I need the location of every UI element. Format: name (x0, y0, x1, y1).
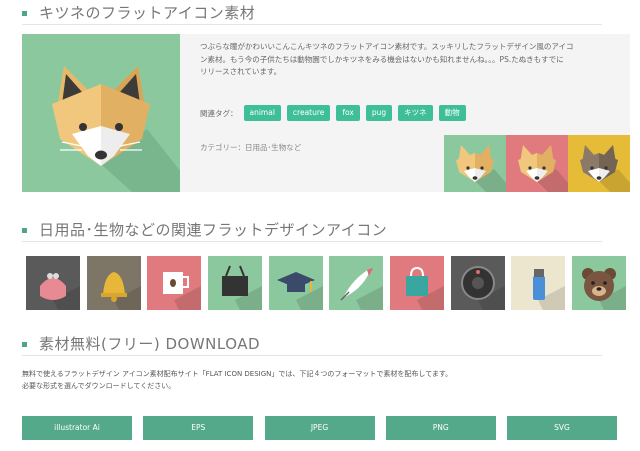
tag-kitsune[interactable]: キツネ (398, 105, 433, 121)
fox-hero-image[interactable] (22, 34, 180, 192)
graduation-cap-icon[interactable] (268, 256, 323, 310)
section-bullet (22, 11, 27, 16)
bell-icon[interactable] (86, 256, 141, 310)
fox-icon (52, 66, 180, 192)
robot-vacuum-icon[interactable] (450, 256, 505, 310)
quill-pen-icon[interactable] (329, 256, 384, 310)
fox-icon (580, 145, 630, 192)
section-bullet (22, 342, 27, 347)
download-ai-button[interactable]: illustrator Ai (22, 416, 132, 440)
download-buttons: illustrator Ai EPS JPEG PNG SVG (22, 416, 617, 440)
tag-fox[interactable]: fox (336, 105, 360, 121)
icon-detail-card: つぶらな瞳がかわいいこんこんキツネのフラットアイコン素材です。スッキリしたフラッ… (22, 34, 630, 192)
download-svg-button[interactable]: SVG (507, 416, 617, 440)
related-section-title: 日用品･生物などの関連フラットデザインアイコン (39, 221, 388, 239)
fox-icon-red-variant[interactable] (506, 135, 568, 192)
download-description-line: 無料で使えるフラットデザイン アイコン素材配布サイト「FLAT ICON DES… (22, 370, 453, 378)
lighter-icon[interactable] (511, 256, 566, 310)
bear-icon[interactable] (571, 256, 626, 310)
download-jpeg-button[interactable]: JPEG (264, 416, 375, 440)
related-icons-row (26, 256, 626, 312)
tag-pug[interactable]: pug (365, 105, 393, 121)
fox-icon (456, 145, 506, 192)
coin-purse-icon[interactable] (26, 256, 80, 310)
tag-animal[interactable]: animal (243, 105, 281, 121)
download-description: 無料で使えるフラットデザイン アイコン素材配布サイト「FLAT ICON DES… (22, 368, 452, 392)
tags-label: 関連タグ： (200, 108, 238, 118)
description-line: つぶらな瞳がかわいいこんこんキツネのフラットアイコン素材です。スッキリしたフラッ… (200, 42, 574, 51)
tag-doubutsu[interactable]: 動物 (438, 105, 466, 121)
download-eps-button[interactable]: EPS (143, 416, 254, 440)
tag-creature[interactable]: creature (286, 105, 331, 121)
shopping-bag-icon[interactable] (389, 256, 444, 310)
section-header-related: 日用品･生物などの関連フラットデザインアイコン (22, 219, 602, 242)
fox-icon-green-variant[interactable] (444, 135, 506, 192)
section-header-download: 素材無料(フリー) DOWNLOAD (22, 333, 602, 356)
section-bullet (22, 228, 27, 233)
coffee-cup-icon[interactable] (147, 256, 202, 310)
description-line: リリースされています。 (200, 67, 282, 76)
color-variants (444, 135, 630, 192)
download-description-line: 必要な形式を選んでダウンロードしてください。 (22, 382, 176, 390)
download-png-button[interactable]: PNG (385, 416, 496, 440)
tag-list: 関連タグ： animal creature fox pug キツネ 動物 (200, 105, 472, 121)
section-header-fox: キツネのフラットアイコン素材 (22, 2, 602, 25)
fox-icon (518, 145, 568, 192)
icon-description: つぶらな瞳がかわいいこんこんキツネのフラットアイコン素材です。スッキリしたフラッ… (200, 41, 620, 79)
download-section-title: 素材無料(フリー) DOWNLOAD (39, 335, 261, 353)
page-title: キツネのフラットアイコン素材 (39, 4, 256, 22)
binder-clip-icon[interactable] (207, 256, 262, 310)
fox-icon-yellow-variant[interactable] (568, 135, 630, 192)
description-line: ン素材。もう今の子供たちは動物園でしかキツネをみる機会はないかも知れませんね。。… (200, 54, 564, 64)
category-line: カテゴリー：日用品･生物など (200, 143, 302, 152)
